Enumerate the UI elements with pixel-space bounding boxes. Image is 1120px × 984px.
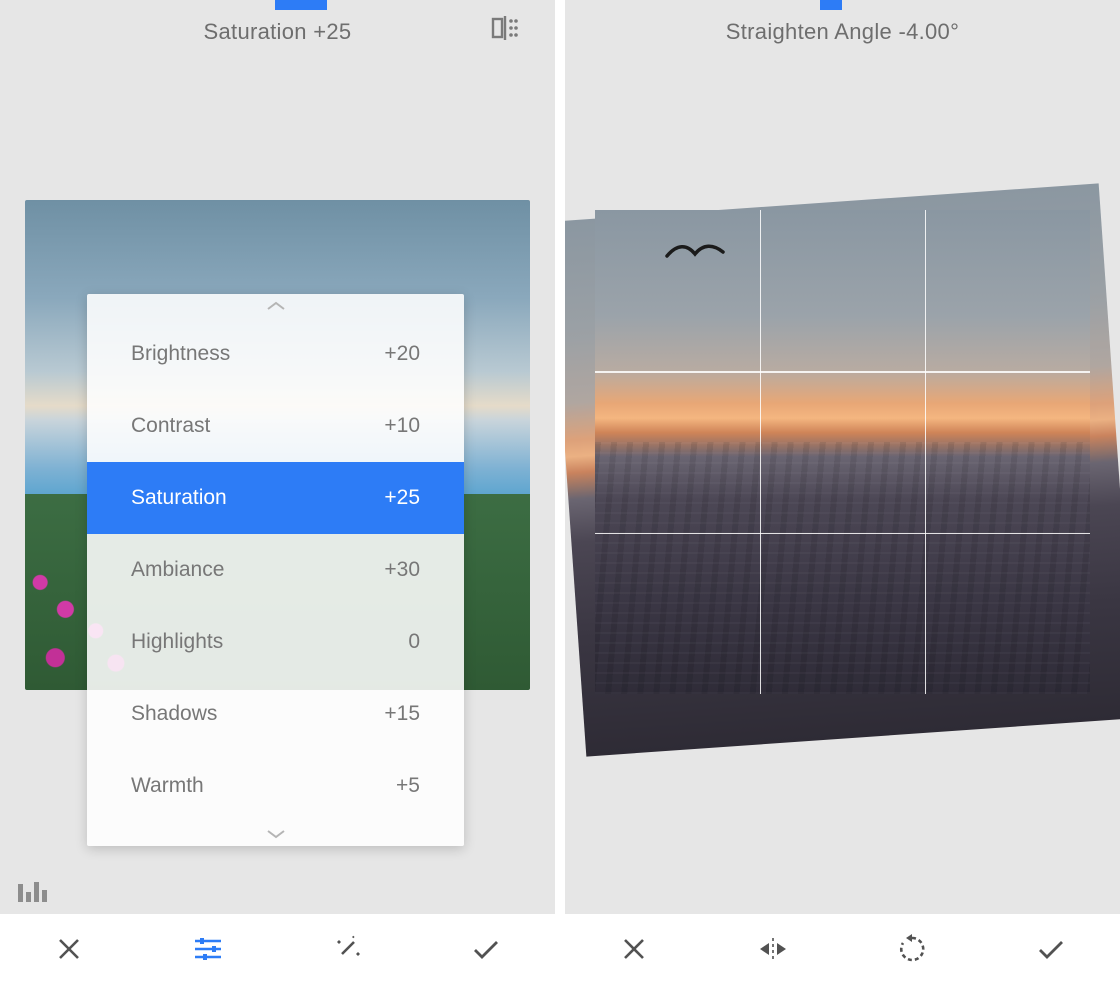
value-slider[interactable] (565, 0, 1120, 10)
chevron-up-icon (87, 294, 464, 318)
tune-row-value: +10 (384, 414, 420, 438)
check-icon (471, 937, 501, 961)
chevron-down-icon (87, 822, 464, 846)
tune-row-contrast[interactable]: Contrast +10 (87, 390, 464, 462)
photo-preview (595, 210, 1090, 694)
tune-row-label: Contrast (131, 414, 210, 438)
slider-fill (275, 0, 328, 10)
bottom-toolbar (0, 914, 555, 984)
tune-row-shadows[interactable]: Shadows +15 (87, 678, 464, 750)
compare-button[interactable] (485, 8, 525, 48)
rotate-button[interactable] (892, 929, 932, 969)
tune-row-brightness[interactable]: Brightness +20 (87, 318, 464, 390)
close-icon (56, 936, 82, 962)
crop-frame[interactable] (595, 210, 1090, 694)
photo-canvas[interactable] (565, 190, 1120, 750)
bottom-toolbar (565, 914, 1120, 984)
tune-row-label: Brightness (131, 342, 230, 366)
close-icon (621, 936, 647, 962)
tune-row-value: +30 (384, 558, 420, 582)
screen-tune: Saturation +25 (0, 0, 555, 984)
header-title: Saturation +25 (204, 19, 352, 45)
tune-button[interactable] (188, 929, 228, 969)
tune-row-ambiance[interactable]: Ambiance +30 (87, 534, 464, 606)
flip-button[interactable] (753, 929, 793, 969)
flip-icon (757, 936, 789, 962)
bird-icon (665, 238, 725, 268)
tune-row-label: Highlights (131, 630, 223, 654)
tune-parameter-list[interactable]: Brightness +20 Contrast +10 Saturation +25 Amb… (87, 294, 464, 846)
check-icon (1036, 937, 1066, 961)
magic-wand-button[interactable] (327, 929, 367, 969)
tune-row-label: Shadows (131, 702, 217, 726)
histogram-button[interactable] (18, 880, 46, 902)
tune-row-label: Warmth (131, 774, 204, 798)
tune-row-warmth[interactable]: Warmth +5 (87, 750, 464, 822)
compare-icon (490, 13, 520, 43)
accept-button[interactable] (1031, 929, 1071, 969)
slider-fill (820, 0, 842, 10)
accept-button[interactable] (466, 929, 506, 969)
screen-divider (555, 0, 565, 984)
close-button[interactable] (614, 929, 654, 969)
close-button[interactable] (49, 929, 89, 969)
grid-line (595, 371, 1090, 373)
tune-row-saturation[interactable]: Saturation +25 (87, 462, 464, 534)
grid-line (925, 210, 927, 694)
tune-row-value: 0 (408, 630, 420, 654)
header-title: Straighten Angle -4.00° (726, 19, 959, 45)
screen-straighten: Straighten Angle -4.00° (565, 0, 1120, 984)
magic-wand-icon (332, 934, 362, 964)
rotate-ccw-icon (897, 934, 927, 964)
grid-line (595, 533, 1090, 535)
tune-row-value: +25 (384, 486, 420, 510)
tune-row-label: Saturation (131, 486, 227, 510)
value-slider[interactable] (0, 0, 555, 10)
tune-row-highlights[interactable]: Highlights 0 (87, 606, 464, 678)
tune-row-value: +20 (384, 342, 420, 366)
tune-row-value: +15 (384, 702, 420, 726)
tune-row-label: Ambiance (131, 558, 224, 582)
tune-icon (193, 936, 223, 962)
tune-row-value: +5 (396, 774, 420, 798)
grid-line (760, 210, 762, 694)
